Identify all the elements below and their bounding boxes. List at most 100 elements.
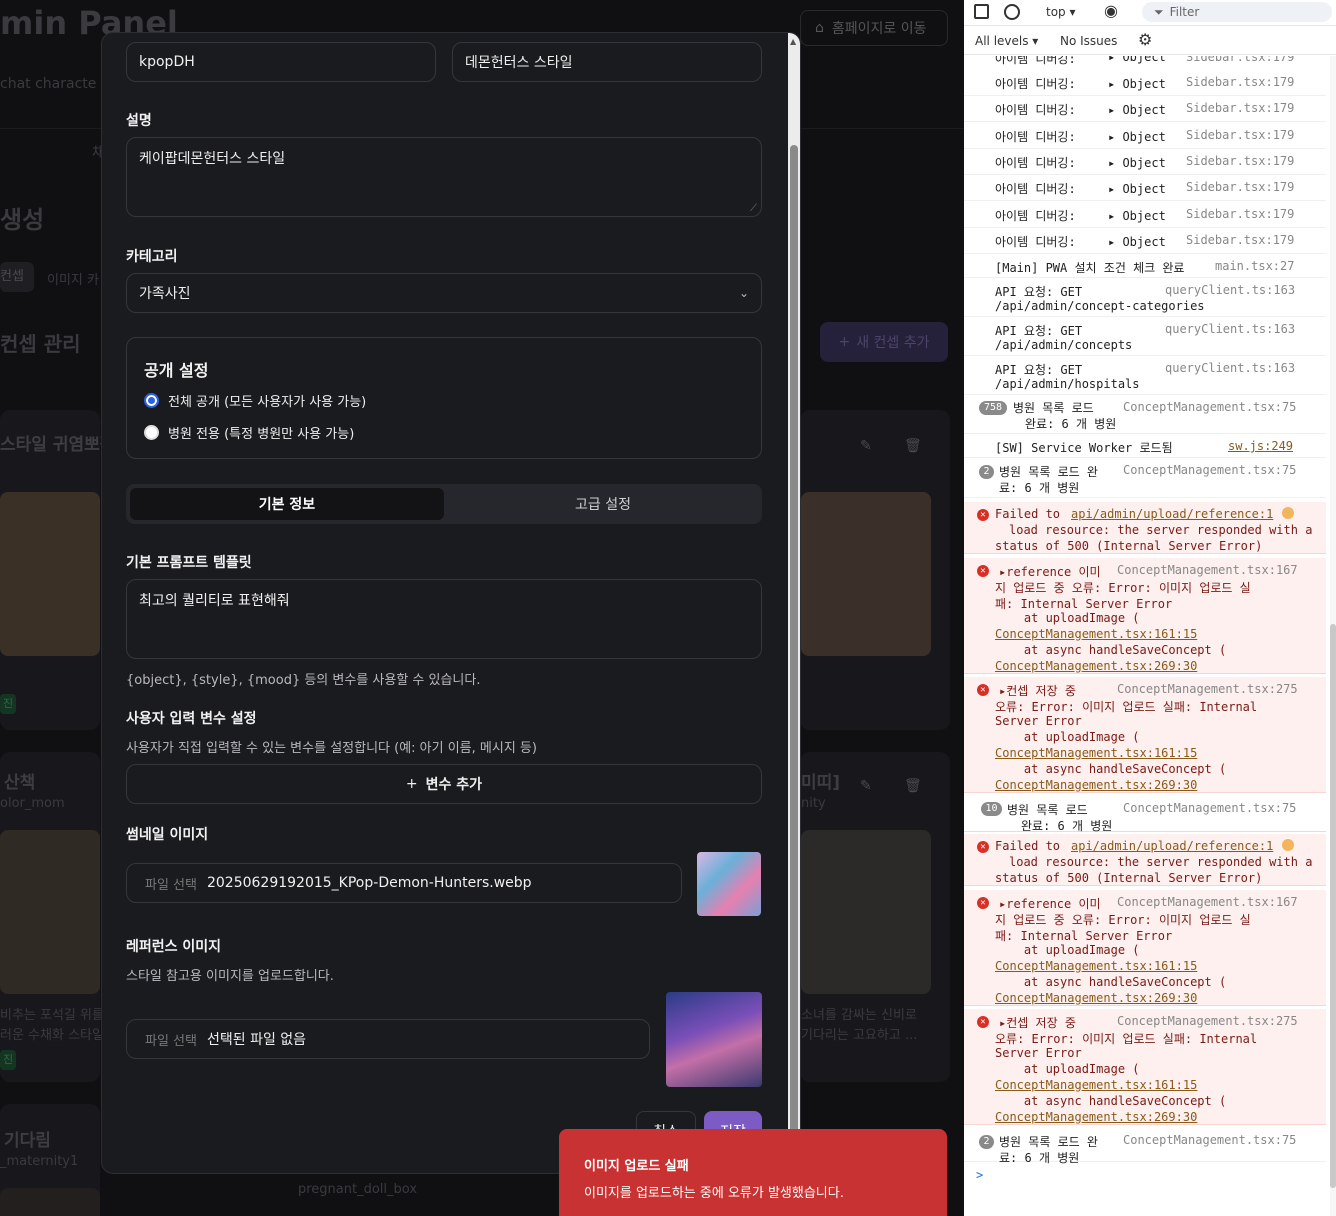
console-source-link[interactable]: Sidebar.tsx:179 bbox=[1186, 207, 1294, 221]
resize-handle-icon[interactable]: ⟋ bbox=[750, 203, 757, 214]
console-text: at uploadImage ( bbox=[995, 943, 1140, 957]
console-source-link[interactable]: Sidebar.tsx:179 bbox=[1186, 180, 1294, 194]
radio-public-label[interactable]: 전체 공개 (모든 사용자가 사용 가능) bbox=[168, 391, 366, 410]
console-source-link[interactable]: Sidebar.tsx:179 bbox=[1186, 101, 1294, 115]
console-row: 아이템 디버깅: ▸ Object Sidebar.tsx:179 bbox=[964, 228, 1326, 254]
vars-hint: 사용자가 직접 입력할 수 있는 변수를 설정합니다 (예: 아기 이름, 메시… bbox=[126, 741, 537, 756]
console-row: 아이템 디버깅: ▸ Object Sidebar.tsx:179 bbox=[964, 70, 1326, 96]
tab-image[interactable]: 이미지 카 bbox=[47, 269, 99, 288]
concept-title-input[interactable]: 데몬헌터스 스타일 bbox=[452, 42, 762, 82]
category-select[interactable]: 가족사진 ⌄ bbox=[126, 273, 762, 313]
object-expander[interactable]: ▸ Object bbox=[1108, 103, 1166, 117]
edit-icon[interactable]: ✎ bbox=[860, 778, 872, 794]
console-text: 아이템 디버깅: bbox=[995, 103, 1076, 118]
console-text: Failed to bbox=[995, 839, 1061, 853]
console-source-link[interactable]: ConceptManagement.tsx:75 bbox=[1123, 1133, 1296, 1147]
console-source-link[interactable]: ConceptManagement.tsx:75 bbox=[1123, 801, 1296, 815]
prompt-textarea[interactable]: 최고의 퀄리티로 표현해줘 bbox=[126, 579, 762, 659]
console-stack-link[interactable]: api/admin/upload/reference:1 bbox=[1071, 507, 1273, 521]
object-expander[interactable]: ▸ Object bbox=[1108, 77, 1166, 91]
console-source-link[interactable]: queryClient.ts:163 bbox=[1165, 322, 1295, 336]
radio-hospital[interactable] bbox=[144, 425, 159, 440]
console-stack-link[interactable]: ConceptManagement.tsx:269:30 bbox=[995, 778, 1197, 792]
console-source-link[interactable]: ConceptManagement.tsx:275 bbox=[1117, 682, 1298, 696]
modal-scrollbar[interactable]: ▲ bbox=[788, 33, 800, 1173]
console-error-row: ✕ Failed to api/admin/upload/reference:1 lo… bbox=[964, 834, 1326, 886]
reference-file-input[interactable]: 파일 선택 선택된 파일 없음 bbox=[126, 1019, 650, 1059]
card-image bbox=[0, 1188, 100, 1216]
devtools-scrollbar-thumb[interactable] bbox=[1330, 624, 1336, 1188]
trash-icon[interactable]: 🗑 bbox=[904, 438, 922, 454]
console-text: Server Error bbox=[995, 714, 1082, 728]
radio-hospital-label[interactable]: 병원 전용 (특정 병원만 사용 가능) bbox=[168, 423, 354, 442]
object-expander[interactable]: ▸ Object bbox=[1108, 130, 1166, 144]
scrollbar-thumb[interactable] bbox=[790, 145, 798, 1173]
console-source-link[interactable]: Sidebar.tsx:179 bbox=[1186, 128, 1294, 142]
console-source-link[interactable]: sw.js:249 bbox=[1228, 439, 1293, 453]
console-stack-link[interactable]: ConceptManagement.tsx:269:30 bbox=[995, 659, 1197, 673]
devtools-scrollbar[interactable] bbox=[1330, 56, 1336, 1216]
concept-id-input[interactable]: kpopDH bbox=[126, 42, 436, 82]
console-text: /api/admin/concept-categories bbox=[995, 299, 1205, 313]
console-stack-link[interactable]: ConceptManagement.tsx:161:15 bbox=[995, 1078, 1197, 1092]
console-source-link[interactable]: Sidebar.tsx:179 bbox=[1186, 75, 1294, 89]
console-source-link[interactable]: ConceptManagement.tsx:75 bbox=[1123, 463, 1296, 477]
description-label: 설명 bbox=[126, 113, 152, 129]
radio-public[interactable] bbox=[144, 393, 159, 408]
issues-button[interactable]: No Issues bbox=[1060, 34, 1117, 48]
console-stack-link[interactable]: ConceptManagement.tsx:161:15 bbox=[995, 746, 1197, 760]
console-source-link[interactable]: queryClient.ts:163 bbox=[1165, 361, 1295, 375]
scroll-up-icon[interactable]: ▲ bbox=[790, 37, 796, 46]
network-icon[interactable] bbox=[1282, 839, 1294, 851]
console-source-link[interactable]: ConceptManagement.tsx:167 bbox=[1117, 563, 1298, 577]
trash-icon[interactable]: 🗑 bbox=[904, 778, 922, 794]
tab-basic-info[interactable]: 기본 정보 bbox=[130, 488, 444, 520]
console-source-link[interactable]: ConceptManagement.tsx:75 bbox=[1123, 400, 1296, 414]
console-stack-link[interactable]: ConceptManagement.tsx:269:30 bbox=[995, 1110, 1197, 1124]
console-source-link[interactable]: ConceptManagement.tsx:275 bbox=[1117, 1014, 1298, 1028]
file-select-button[interactable]: 파일 선택 bbox=[145, 874, 197, 893]
console-source-link[interactable]: queryClient.ts:163 bbox=[1165, 283, 1295, 297]
tab-advanced[interactable]: 고급 설정 bbox=[448, 488, 758, 520]
file-select-button[interactable]: 파일 선택 bbox=[145, 1030, 197, 1049]
error-expander[interactable]: ▸컨셉 저장 중 bbox=[999, 1014, 1076, 1031]
console-text: 병원 목록 로드 완 bbox=[999, 465, 1098, 479]
console-prompt[interactable]: > bbox=[976, 1168, 983, 1182]
error-expander[interactable]: ▸reference 이미 bbox=[999, 895, 1101, 912]
error-toast[interactable]: 이미지 업로드 실패 이미지를 업로드하는 중에 오류가 발생했습니다. bbox=[559, 1129, 947, 1216]
object-expander[interactable]: ▸ Object bbox=[1108, 156, 1166, 170]
error-expander[interactable]: ▸reference 이미 bbox=[999, 563, 1101, 580]
console-stack-link[interactable]: ConceptManagement.tsx:161:15 bbox=[995, 959, 1197, 973]
console-source-link[interactable]: Sidebar.tsx:179 bbox=[1186, 154, 1294, 168]
tab-concept[interactable]: 컨셉 bbox=[0, 262, 34, 292]
description-textarea[interactable]: 케이팝데몬헌터스 스타일 bbox=[126, 137, 762, 217]
edit-icon[interactable]: ✎ bbox=[860, 438, 872, 454]
object-expander[interactable]: ▸ Object bbox=[1108, 209, 1166, 223]
console-stack-link[interactable]: ConceptManagement.tsx:161:15 bbox=[995, 627, 1197, 641]
error-icon: ✕ bbox=[977, 841, 989, 853]
card-desc: 기다리는 고요하고 ... bbox=[801, 1028, 918, 1043]
card-image bbox=[0, 830, 100, 994]
card-desc: 소녀를 감싸는 신비로 bbox=[801, 1008, 917, 1023]
filter-input[interactable]: ⏷ Filter bbox=[1142, 2, 1332, 22]
error-expander[interactable]: ▸컨셉 저장 중 bbox=[999, 682, 1076, 699]
card-subtitle: olor_mom bbox=[0, 796, 65, 811]
sidebar-toggle-icon[interactable] bbox=[974, 4, 989, 19]
console-source-link[interactable]: ConceptManagement.tsx:167 bbox=[1117, 895, 1298, 909]
context-select[interactable]: top ▾ bbox=[1046, 5, 1076, 19]
object-expander[interactable]: ▸ Object bbox=[1108, 235, 1166, 249]
network-icon[interactable] bbox=[1282, 507, 1294, 519]
home-button[interactable]: ⌂ 홈페이지로 이동 bbox=[800, 10, 948, 46]
console-source-link[interactable]: Sidebar.tsx:179 bbox=[1186, 233, 1294, 247]
eye-icon[interactable]: ◉ bbox=[1104, 1, 1118, 20]
console-stack-link[interactable]: ConceptManagement.tsx:269:30 bbox=[995, 991, 1197, 1005]
add-concept-button[interactable]: + 새 컨셉 추가 bbox=[820, 322, 948, 362]
object-expander[interactable]: ▸ Object bbox=[1108, 182, 1166, 196]
add-variable-button[interactable]: + 변수 추가 bbox=[126, 764, 762, 804]
levels-select[interactable]: All levels ▾ bbox=[975, 34, 1038, 48]
thumbnail-file-input[interactable]: 파일 선택 20250629192015_KPop-Demon-Hunters.… bbox=[126, 863, 682, 903]
console-stack-link[interactable]: api/admin/upload/reference:1 bbox=[1071, 839, 1273, 853]
clear-console-icon[interactable] bbox=[1004, 4, 1020, 20]
console-source-link[interactable]: main.tsx:27 bbox=[1215, 259, 1294, 273]
settings-gear-icon[interactable]: ⚙ bbox=[1138, 30, 1152, 49]
